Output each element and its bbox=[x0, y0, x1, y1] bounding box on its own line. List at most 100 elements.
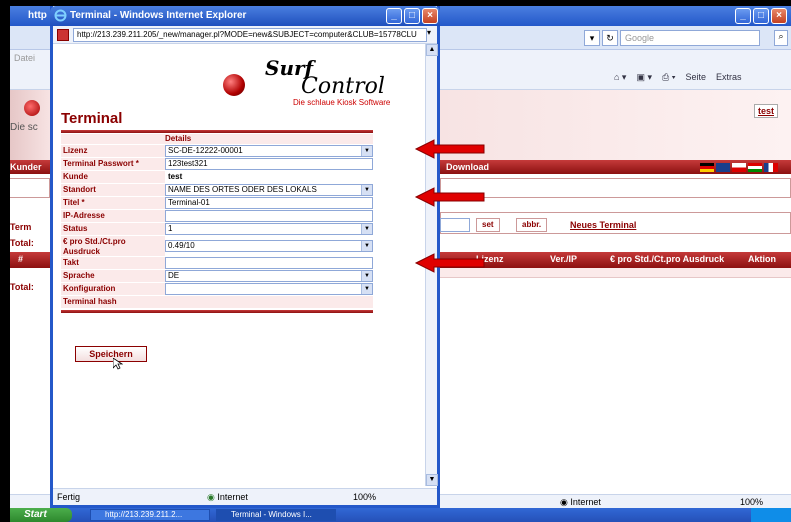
flag-cz-icon[interactable] bbox=[732, 163, 746, 172]
logo-tagline: Die schlaue Kiosk Software bbox=[293, 98, 391, 107]
sprache-select[interactable]: DE ▼ bbox=[165, 270, 373, 282]
terminal-label: Term bbox=[10, 222, 32, 232]
ie-icon bbox=[54, 9, 67, 22]
info-box-left bbox=[10, 178, 50, 198]
set-button[interactable]: set bbox=[476, 218, 500, 232]
scroll-up-icon[interactable]: ▲ bbox=[426, 44, 438, 56]
table-header-ver-ip[interactable]: Ver./IP bbox=[550, 254, 577, 264]
form-divider bbox=[61, 310, 373, 313]
table-header-aktion[interactable]: Aktion bbox=[748, 254, 776, 264]
red-arrow-icon bbox=[414, 139, 485, 159]
popup-titlebar[interactable]: Terminal - Windows Internet Explorer _ □… bbox=[50, 6, 440, 26]
popup-address-bar[interactable]: http://213.239.211.205/_new/manager.pl?M… bbox=[53, 26, 437, 44]
flag-fr-icon[interactable] bbox=[764, 163, 778, 172]
search-input[interactable]: Google bbox=[620, 30, 760, 46]
standort-value: NAME DES ORTES ODER DES LOKALS bbox=[168, 185, 317, 194]
lizenz-label: Lizenz bbox=[61, 145, 165, 157]
zoom-level[interactable]: 100% bbox=[353, 492, 376, 502]
takt-input[interactable] bbox=[165, 257, 373, 269]
page-title: Terminal bbox=[61, 110, 123, 127]
standort-select[interactable]: NAME DES ORTES ODER DES LOKALS ▼ bbox=[165, 184, 373, 196]
chevron-down-icon[interactable]: ▼ bbox=[361, 146, 372, 156]
passwort-input[interactable]: 123test321 bbox=[165, 158, 373, 170]
maximize-button[interactable]: □ bbox=[753, 8, 769, 24]
user-link[interactable]: test bbox=[754, 104, 779, 118]
extras-menu[interactable]: Extras bbox=[716, 72, 742, 83]
flag-de-icon[interactable] bbox=[700, 163, 714, 172]
popup-close-button[interactable]: × bbox=[422, 8, 438, 24]
details-header: Details bbox=[61, 134, 373, 144]
system-tray[interactable] bbox=[751, 508, 791, 522]
tagline-fragment: Die sc bbox=[10, 122, 38, 133]
filter-input[interactable] bbox=[440, 218, 470, 232]
internet-zone: ◉ Internet bbox=[207, 492, 248, 503]
lizenz-value: SC-DE-12222-00001 bbox=[168, 146, 243, 155]
start-button[interactable]: Start bbox=[10, 508, 72, 522]
flag-uk-icon[interactable] bbox=[716, 163, 730, 172]
globe-icon: ◉ bbox=[207, 492, 215, 502]
minimize-button[interactable]: _ bbox=[735, 8, 751, 24]
lizenz-select[interactable]: SC-DE-12222-00001 ▼ bbox=[165, 145, 373, 157]
taskbar: Start http://213.239.211.2... Terminal -… bbox=[10, 508, 791, 522]
print-icon[interactable]: ⎙ ▾ bbox=[662, 72, 675, 83]
refresh-icon[interactable]: ↻ bbox=[602, 30, 618, 46]
abbr-button[interactable]: abbr. bbox=[516, 218, 548, 232]
konfiguration-select[interactable]: ▼ bbox=[165, 283, 373, 295]
terminal-popup-window: Terminal - Windows Internet Explorer _ □… bbox=[50, 6, 440, 508]
hash-label: Terminal hash bbox=[61, 296, 165, 308]
table-header-preis[interactable]: € pro Std./Ct.pro Ausdruck bbox=[610, 254, 724, 264]
new-terminal-link[interactable]: Neues Terminal bbox=[570, 220, 636, 230]
red-arrow-icon bbox=[414, 253, 485, 273]
home-icon[interactable]: ⌂ ▾ bbox=[614, 72, 626, 83]
chevron-down-icon[interactable]: ▼ bbox=[361, 271, 372, 281]
ip-input[interactable] bbox=[165, 210, 373, 222]
total-label: Total: bbox=[10, 238, 34, 248]
search-icon[interactable]: ⌕ bbox=[774, 30, 788, 46]
status-select[interactable]: 1 ▼ bbox=[165, 223, 373, 235]
status-label: Status bbox=[61, 223, 165, 235]
logo-ball-icon bbox=[223, 74, 245, 96]
chevron-down-icon[interactable]: ▼ bbox=[361, 224, 372, 234]
sprache-value: DE bbox=[168, 271, 180, 280]
feeds-icon[interactable]: ▣ ▾ bbox=[636, 72, 652, 83]
preis-value: 0.49/10 bbox=[168, 241, 195, 250]
taskbar-item[interactable]: Terminal - Windows I... bbox=[216, 509, 336, 521]
popup-minimize-button[interactable]: _ bbox=[386, 8, 402, 24]
chevron-down-icon[interactable]: ▾ bbox=[423, 28, 435, 42]
popup-maximize-button[interactable]: □ bbox=[404, 8, 420, 24]
dropdown-arrow-icon[interactable]: ▾ bbox=[584, 30, 600, 46]
logo-control: Control bbox=[301, 74, 385, 99]
chevron-down-icon[interactable]: ▼ bbox=[361, 241, 372, 251]
banner-right bbox=[440, 90, 791, 160]
titel-input[interactable]: Terminal-01 bbox=[165, 197, 373, 209]
seite-menu[interactable]: Seite bbox=[685, 72, 706, 83]
takt-label: Takt bbox=[61, 257, 165, 269]
page-icon bbox=[57, 29, 69, 41]
background-window-title: http bbox=[28, 10, 47, 21]
chevron-down-icon[interactable]: ▼ bbox=[361, 185, 372, 195]
preis-select[interactable]: 0.49/10 ▼ bbox=[165, 240, 373, 252]
save-button[interactable]: Speichern bbox=[75, 346, 147, 362]
zone-label: Internet bbox=[570, 497, 601, 507]
surfcontrol-logo-icon bbox=[24, 100, 40, 116]
nav-download[interactable]: Download bbox=[446, 162, 489, 172]
internet-zone: ◉ Internet bbox=[560, 497, 601, 507]
chevron-down-icon[interactable]: ▼ bbox=[361, 284, 372, 294]
language-flags[interactable] bbox=[700, 163, 778, 172]
zoom-level[interactable]: 100% bbox=[740, 497, 763, 507]
status-text: Fertig bbox=[57, 492, 81, 502]
menu-datei[interactable]: Datei bbox=[14, 53, 35, 63]
screen: http _ □ × ▾ ↻ ✕ Google ⌕ Datei ⌂ ▾ ▣ ▾ … bbox=[10, 6, 791, 522]
flag-hu-icon[interactable] bbox=[748, 163, 762, 172]
nav-kunden[interactable]: Kunder bbox=[10, 162, 42, 172]
popup-title: Terminal - Windows Internet Explorer bbox=[70, 10, 247, 21]
scroll-down-icon[interactable]: ▼ bbox=[426, 474, 438, 486]
preis-label: € pro Std./Ct.pro Ausdruck bbox=[61, 236, 165, 256]
url-field[interactable]: http://213.239.211.205/_new/manager.pl?M… bbox=[73, 28, 427, 42]
details-form: Details Lizenz SC-DE-12222-00001 ▼ Termin… bbox=[61, 134, 373, 313]
taskbar-item[interactable]: http://213.239.211.2... bbox=[90, 509, 210, 521]
background-status-bar: ◉ Internet 100% bbox=[440, 494, 791, 508]
passwort-label: Terminal Passwort * bbox=[61, 158, 165, 170]
close-button[interactable]: × bbox=[771, 8, 787, 24]
titel-label: Titel * bbox=[61, 197, 165, 209]
